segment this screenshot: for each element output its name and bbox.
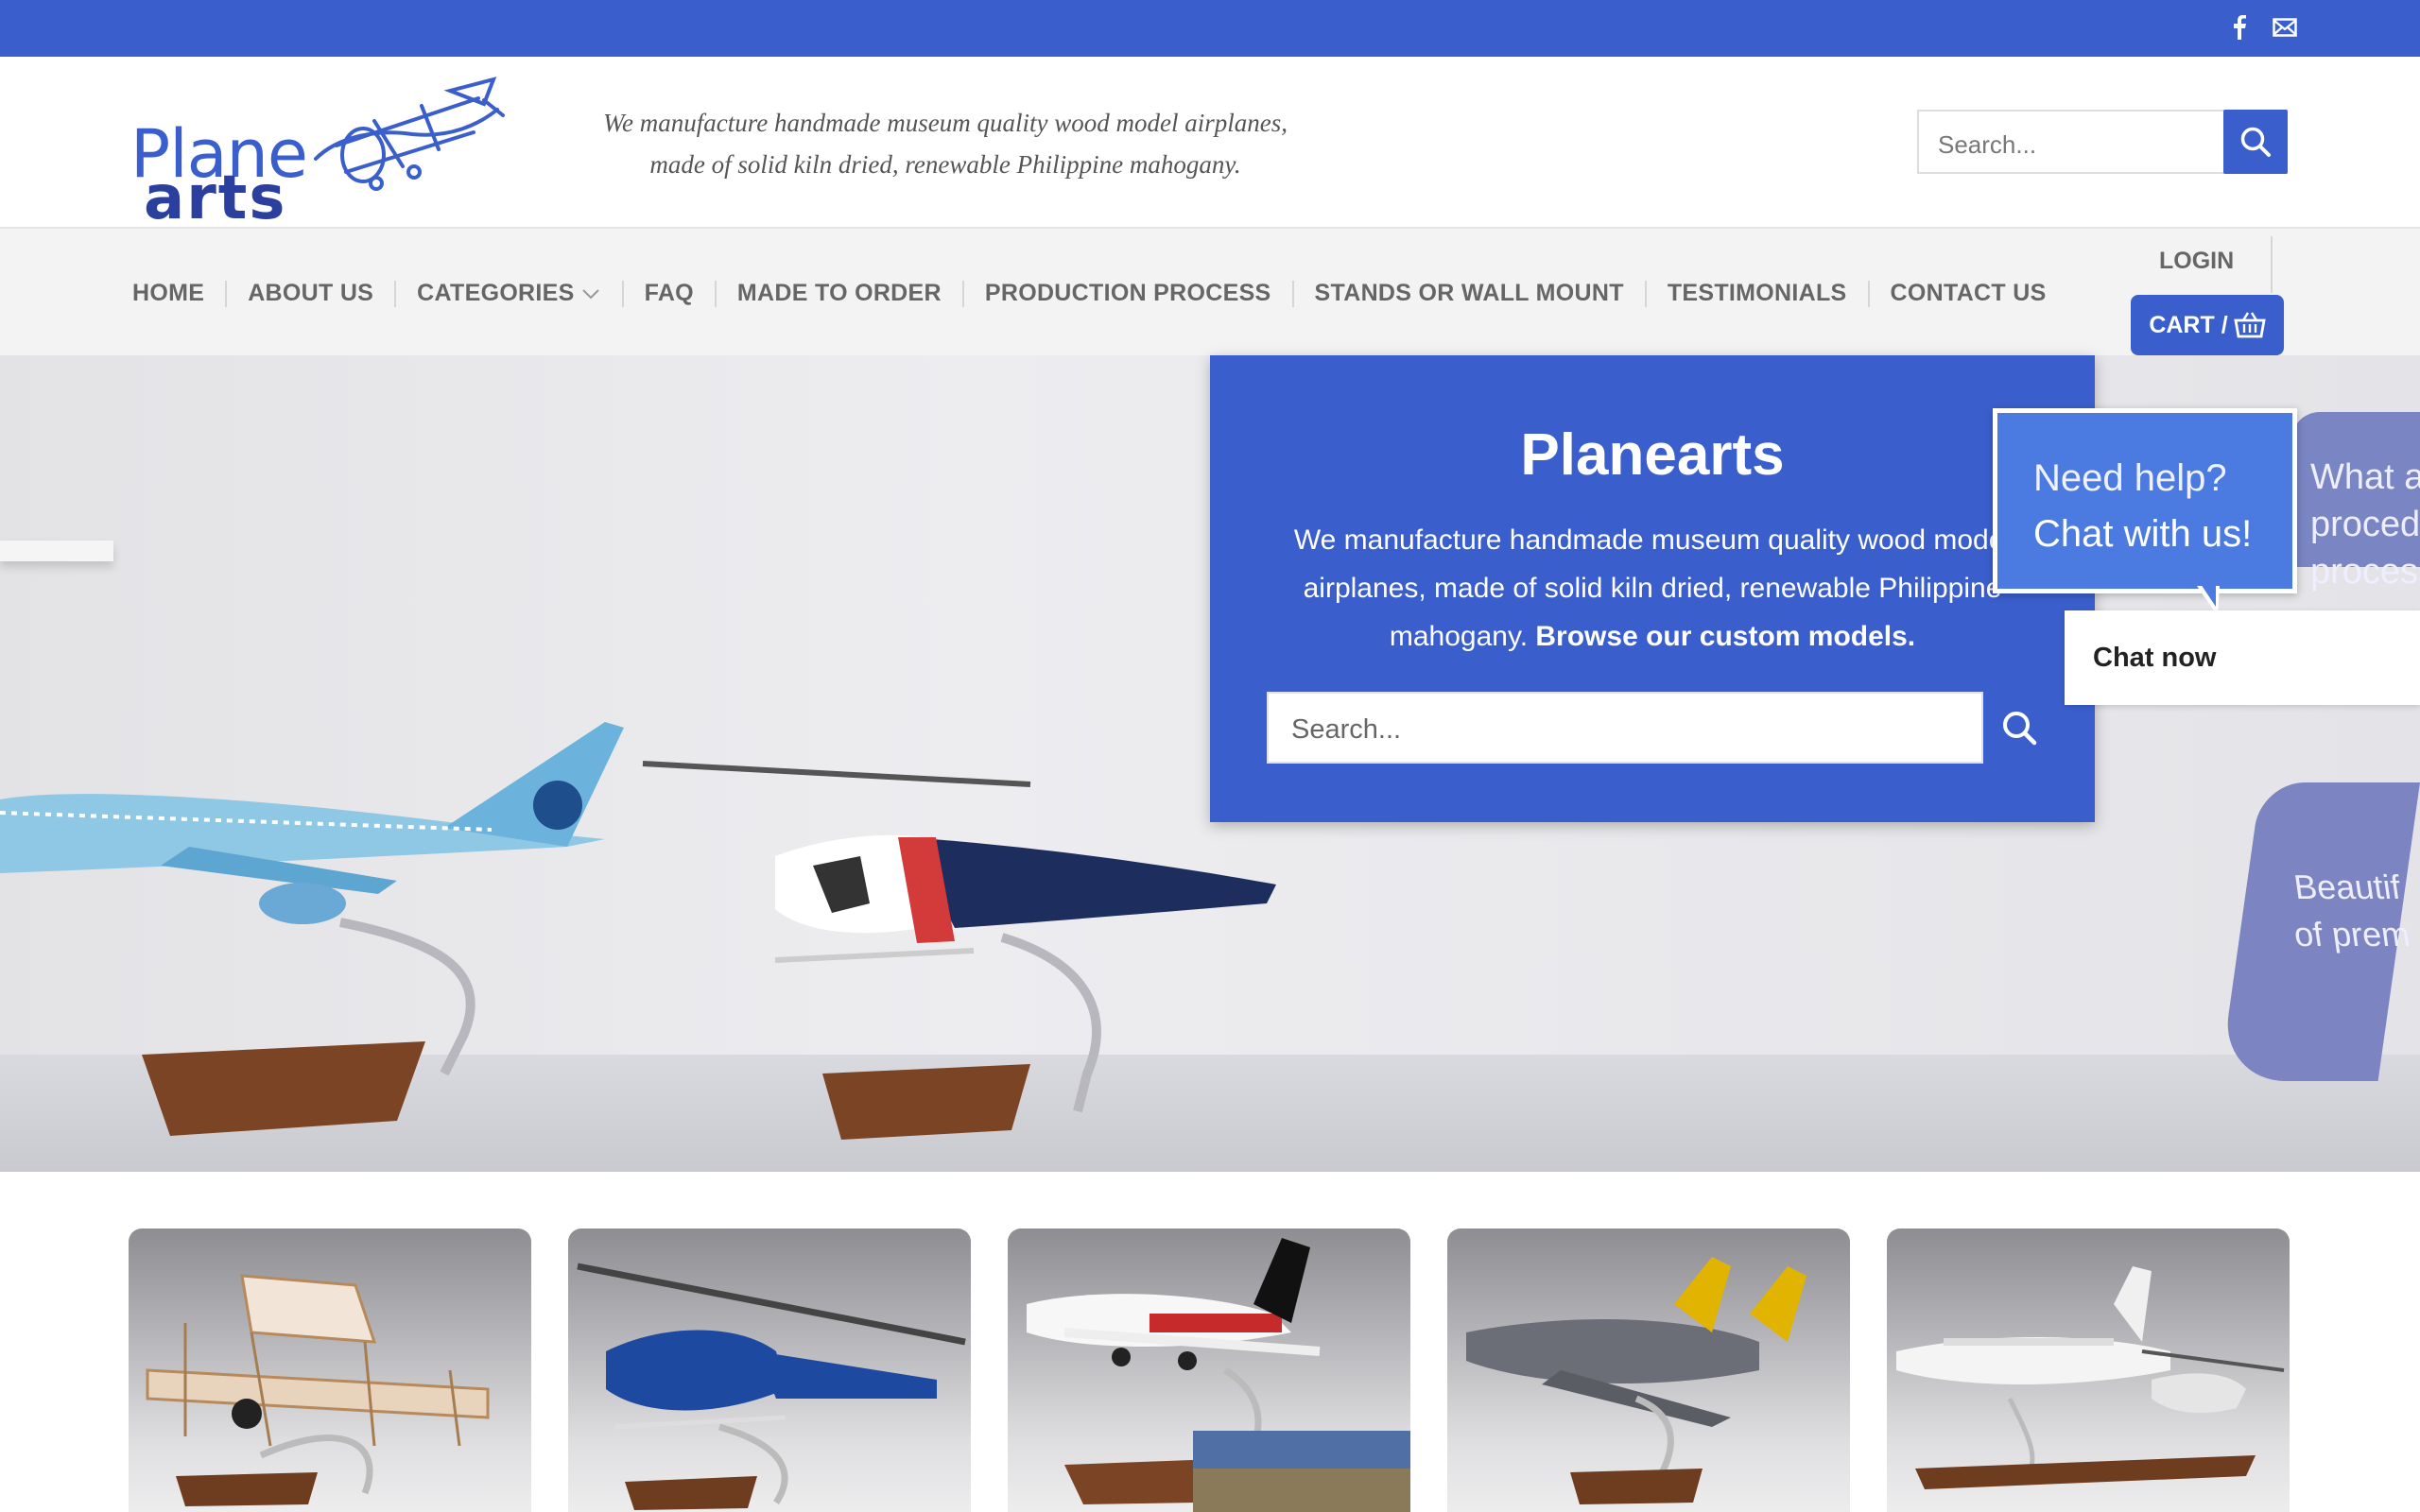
- nav-item-about-us[interactable]: ABOUT US: [248, 280, 373, 307]
- nav-item-stands-or-wall-mount[interactable]: STANDS OR WALL MOUNT: [1315, 280, 1624, 307]
- side-promo-line: procedur: [2310, 505, 2420, 544]
- nav-list: HOME ABOUT US CATEGORIES FAQ MADE TO ORD…: [132, 280, 2047, 307]
- chevron-down-icon: [581, 288, 599, 299]
- nav-divider: [394, 280, 397, 307]
- side-promo-text: What a s procedur process v: [2310, 454, 2420, 595]
- hero-overlay-box: Planearts We manufacture handmade museum…: [1210, 355, 2095, 822]
- nav-item-categories[interactable]: CATEGORIES: [417, 280, 600, 307]
- product-card[interactable]: [1447, 1228, 1850, 1512]
- hero-search-button[interactable]: [1983, 692, 2055, 764]
- site-header: Plane arts We manufacture handmade museu…: [0, 57, 2420, 229]
- social-links: [2225, 13, 2299, 42]
- chat-line-1: Need help?: [2033, 457, 2227, 499]
- product-card[interactable]: [1008, 1228, 1410, 1512]
- tagline-line-1: We manufacture handmade museum quality w…: [603, 109, 1288, 137]
- side-feature-line: Beautif: [2290, 868, 2403, 906]
- nav-item-production-process[interactable]: PRODUCTION PROCESS: [985, 280, 1271, 307]
- nav-divider: [1291, 280, 1294, 307]
- hero-title: Planearts: [1520, 422, 1785, 488]
- hero-models-image: [0, 722, 1276, 1140]
- product-image: [577, 1263, 966, 1510]
- nav-divider: [2271, 236, 2273, 293]
- product-image: [1896, 1266, 2285, 1489]
- side-promo-line: process v: [2310, 552, 2420, 592]
- nav-divider: [714, 280, 717, 307]
- main-navigation: HOME ABOUT US CATEGORIES FAQ MADE TO ORD…: [0, 227, 2420, 355]
- search-icon: [2240, 127, 2271, 157]
- product-card[interactable]: [1887, 1228, 2290, 1512]
- nav-divider: [1867, 280, 1870, 307]
- nav-item-faq[interactable]: FAQ: [645, 280, 694, 307]
- logo-text-arts: arts: [144, 163, 287, 233]
- envelope-icon[interactable]: [2271, 13, 2299, 42]
- product-image: [146, 1274, 490, 1506]
- basket-icon: [2233, 312, 2266, 338]
- search-icon: [2003, 712, 2037, 746]
- header-search-button[interactable]: [2223, 110, 2288, 174]
- side-promo-line: What a s: [2310, 457, 2420, 497]
- product-grid: [129, 1228, 2291, 1512]
- planearts-logo[interactable]: Plane arts: [129, 72, 507, 229]
- nav-divider: [1644, 280, 1647, 307]
- biplane-logo-icon: [314, 77, 505, 191]
- product-image: [1466, 1257, 1806, 1504]
- facebook-icon[interactable]: [2225, 13, 2254, 42]
- product-card[interactable]: [129, 1228, 531, 1512]
- nav-item-contact-us[interactable]: CONTACT US: [1891, 280, 2047, 307]
- product-image: [1027, 1238, 1410, 1512]
- nav-item-home[interactable]: HOME: [132, 280, 204, 307]
- chat-help-bubble[interactable]: Need help? Chat with us!: [1993, 408, 2297, 593]
- cart-button[interactable]: CART /: [2131, 295, 2284, 355]
- chat-now-button[interactable]: Chat now: [2065, 610, 2420, 705]
- side-feature-line: of prem: [2290, 915, 2412, 954]
- chat-line-2: Chat with us!: [2033, 513, 2253, 555]
- top-bar: [0, 0, 2420, 57]
- hero-description: We manufacture handmade museum quality w…: [1267, 516, 2038, 661]
- header-tagline: We manufacture handmade museum quality w…: [539, 102, 1352, 185]
- chat-bubble-tail-fill: [2201, 584, 2216, 607]
- product-card[interactable]: [568, 1228, 971, 1512]
- nav-item-categories-label: CATEGORIES: [417, 280, 575, 306]
- cart-label: CART /: [2149, 311, 2228, 338]
- browse-custom-models-link[interactable]: Browse our custom models.: [1535, 621, 1915, 652]
- login-link[interactable]: LOGIN: [2159, 248, 2234, 275]
- nav-item-made-to-order[interactable]: MADE TO ORDER: [737, 280, 942, 307]
- tagline-line-2: made of solid kiln dried, renewable Phil…: [649, 150, 1241, 179]
- nav-item-testimonials[interactable]: TESTIMONIALS: [1668, 280, 1847, 307]
- nav-divider: [961, 280, 964, 307]
- side-promo-panel: What a s procedur process v: [2291, 412, 2420, 592]
- nav-divider: [225, 280, 228, 307]
- hero-search-input[interactable]: Search...: [1267, 692, 1983, 764]
- nav-divider: [621, 280, 624, 307]
- side-feature-text: Beautif of prem: [2291, 864, 2412, 958]
